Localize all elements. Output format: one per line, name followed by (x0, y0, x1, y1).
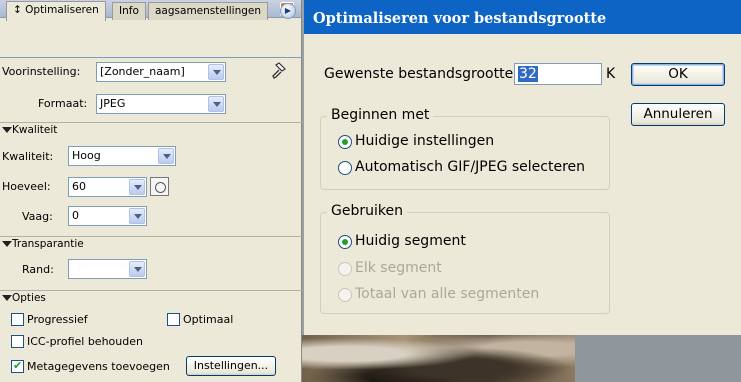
settings-button[interactable]: Instellingen... (186, 356, 276, 376)
ok-button[interactable]: OK (631, 63, 725, 86)
options-section-header[interactable]: Opties (0, 290, 302, 306)
quality-section-header[interactable]: Kwaliteit (0, 122, 302, 138)
dialog-title[interactable]: Optimaliseren voor bestandsgrootte (304, 0, 741, 34)
quality-mask-icon[interactable] (150, 177, 169, 196)
optimized-checkbox[interactable] (167, 313, 180, 326)
size-unit: K (606, 66, 616, 82)
use-group: Gebruiken Huidig segment Elk segment Tot… (320, 203, 610, 314)
tab-info[interactable]: Info (112, 2, 146, 20)
matte-label: Rand: (22, 263, 54, 276)
format-label: Formaat: (38, 97, 88, 110)
amount-value: 60 (72, 180, 86, 193)
format-select[interactable]: JPEG (96, 94, 226, 114)
blur-value: 0 (72, 209, 79, 222)
quality-section-title: Kwaliteit (12, 124, 58, 136)
optimize-palette: ✕ ↕ Optimaliseren Info aagsamenstellinge… (0, 0, 302, 382)
tab-divider (0, 57, 302, 58)
each-slice-label: Elk segment (355, 260, 442, 276)
current-settings-radio[interactable] (338, 135, 352, 149)
optimize-to-size-dialog: Optimaliseren voor bestandsgrootte Gewen… (304, 0, 741, 335)
metadata-label: Metagegevens toevoegen (27, 360, 170, 373)
optimize-menu-icon[interactable] (270, 62, 288, 80)
desired-size-value: 32 (518, 66, 538, 82)
transparency-section-header[interactable]: Transparantie (0, 236, 302, 252)
current-settings-label: Huidige instellingen (355, 133, 495, 149)
canvas-background (575, 335, 741, 382)
desired-size-label: Gewenste bestandsgrootte: (324, 66, 518, 82)
transparency-section-title: Transparantie (12, 238, 84, 250)
tab-optimize[interactable]: ↕ Optimaliseren (6, 1, 106, 21)
image-preview (290, 335, 575, 382)
auto-select-label: Automatisch GIF/JPEG selecteren (355, 159, 586, 175)
total-slices-radio (338, 288, 352, 302)
start-with-title: Beginnen met (327, 107, 434, 123)
amount-label: Hoeveel: (2, 180, 51, 193)
preset-value: [Zonder_naam] (100, 65, 185, 78)
icc-profile-label: ICC-profiel behouden (27, 335, 143, 348)
chevron-down-icon (158, 148, 174, 164)
blur-select[interactable]: 0 (68, 206, 147, 226)
start-with-group: Beginnen met Huidige instellingen Automa… (320, 107, 610, 190)
use-title: Gebruiken (327, 203, 407, 219)
icc-profile-checkbox[interactable] (11, 335, 24, 348)
palette-menu-icon[interactable]: ▶ (280, 3, 296, 19)
matte-select[interactable] (68, 259, 147, 279)
preset-select[interactable]: [Zonder_naam] (96, 62, 226, 82)
auto-select-radio[interactable] (338, 161, 352, 175)
total-slices-label: Totaal van alle segmenten (355, 286, 540, 302)
format-value: JPEG (100, 97, 126, 110)
tab-layer-comps[interactable]: aagsamenstellingen (148, 2, 269, 20)
quality-value: Hoog (72, 149, 101, 162)
chevron-down-icon (129, 261, 145, 277)
desired-size-input[interactable]: 32 (514, 63, 602, 85)
progressive-label: Progressief (27, 313, 88, 326)
progressive-checkbox[interactable] (11, 313, 24, 326)
chevron-down-icon (129, 179, 145, 195)
palette-tabs: ↕ Optimaliseren Info aagsamenstellingen … (0, 0, 302, 21)
each-slice-radio (338, 262, 352, 276)
chevron-down-icon (208, 64, 224, 80)
current-slice-radio[interactable] (338, 235, 352, 249)
chevron-down-icon (129, 208, 145, 224)
current-slice-label: Huidig segment (355, 233, 466, 249)
metadata-checkbox[interactable] (11, 359, 24, 373)
optimized-label: Optimaal (183, 313, 234, 326)
quality-select[interactable]: Hoog (68, 146, 176, 166)
collapse-triangle-icon (2, 295, 12, 301)
options-section-title: Opties (12, 292, 46, 304)
quality-label: Kwaliteit: (2, 150, 54, 163)
amount-select[interactable]: 60 (68, 177, 147, 197)
collapse-triangle-icon (2, 241, 12, 247)
collapse-triangle-icon (2, 127, 12, 133)
blur-label: Vaag: (22, 210, 53, 223)
chevron-down-icon (208, 96, 224, 112)
preset-label: Voorinstelling: (2, 65, 81, 78)
cancel-button[interactable]: Annuleren (631, 103, 725, 126)
